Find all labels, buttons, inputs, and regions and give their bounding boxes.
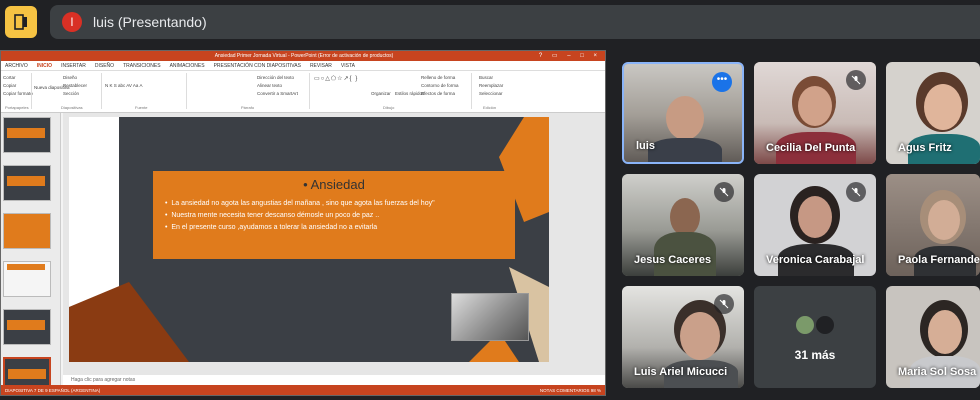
reset-button[interactable]: Restablecer: [63, 83, 87, 88]
slide-title-text: Ansiedad: [310, 177, 365, 192]
copy-format-button[interactable]: Copiar formato: [3, 91, 33, 96]
select-button[interactable]: Seleccionar: [479, 91, 503, 96]
tab-animaciones[interactable]: ANIMACIONES: [170, 61, 205, 70]
stressed-person-image[interactable]: [451, 293, 529, 341]
group-label: Portapapeles: [5, 105, 29, 110]
cut-button[interactable]: Cortar: [3, 75, 16, 80]
top-bar: l luis (Presentando): [0, 0, 980, 44]
copy-button[interactable]: Copiar: [3, 83, 16, 88]
section-button[interactable]: Sección: [63, 91, 79, 96]
bullet-item: • En el presente curso ,ayudamos a toler…: [165, 224, 378, 231]
status-right-text[interactable]: NOTAS COMENTARIOS 98 %: [540, 385, 601, 395]
mic-off-icon: [714, 182, 734, 202]
tab-transiciones[interactable]: TRANSICIONES: [123, 61, 161, 70]
tab-presentacion[interactable]: PRESENTACIÓN CON DIAPOSITIVAS: [214, 61, 301, 70]
mic-off-icon: [714, 294, 734, 314]
participant-tile-luis-ariel[interactable]: Luis Ariel Micucci: [622, 286, 744, 388]
slide-thumbnails-pane: [1, 113, 61, 393]
ribbon-divider: [101, 73, 102, 109]
participant-tile-cecilia[interactable]: Cecilia Del Punta: [754, 62, 876, 164]
shape-outline-button[interactable]: Contorno de forma: [421, 83, 459, 88]
status-left-text: DIAPOSITIVA 7 DE 9 ESPAÑOL (ARGENTINA): [5, 388, 101, 393]
powerpoint-title-bar: Ansiedad Primer Jornada Virtual - PowerP…: [1, 51, 605, 61]
font-format-buttons[interactable]: N K S abc AV Aa A: [105, 83, 142, 88]
ribbon: Cortar Copiar Copiar formato Nueva diapo…: [1, 71, 605, 113]
status-bar: DIAPOSITIVA 7 DE 9 ESPAÑOL (ARGENTINA) N…: [1, 385, 605, 395]
slide-thumbnail[interactable]: [3, 165, 51, 201]
ribbon-divider: [31, 73, 32, 109]
group-label: Fuente: [135, 105, 148, 110]
presenter-avatar: l: [62, 12, 82, 32]
bullet-text: La ansiedad no agota las angustias del m…: [171, 200, 435, 207]
participant-tile-jesus[interactable]: Jesus Caceres: [622, 174, 744, 276]
presentation-banner: l luis (Presentando): [50, 5, 980, 39]
participant-tile-luis[interactable]: ••• luis: [622, 62, 744, 164]
more-participants-tile[interactable]: 31 más: [754, 286, 876, 388]
mic-off-icon: [846, 182, 866, 202]
participant-avatar: [794, 314, 816, 336]
participant-tile-paola[interactable]: Paola Fernande: [886, 174, 980, 276]
bullet-text: En el presente curso ,ayudamos a tolerar…: [171, 224, 378, 231]
slide-thumbnail[interactable]: [3, 117, 51, 153]
notes-pane[interactable]: Haga clic para agregar notas: [63, 375, 605, 385]
shared-screen: Ansiedad Primer Jornada Virtual - PowerP…: [0, 50, 606, 396]
mic-off-icon: [846, 70, 866, 90]
tab-inicio[interactable]: INICIO: [37, 61, 52, 70]
replace-button[interactable]: Reemplazar: [479, 83, 503, 88]
ribbon-divider: [186, 73, 187, 109]
group-label: Edición: [483, 105, 497, 110]
shape-fill-button[interactable]: Relleno de forma: [421, 75, 455, 80]
participant-name: luis: [636, 140, 655, 152]
bullet-item: • Nuestra mente necesita tener descanso …: [165, 212, 380, 219]
tab-diseno[interactable]: DISEÑO: [95, 61, 114, 70]
content-box[interactable]: • Ansiedad • La ansiedad no agota las an…: [153, 171, 515, 259]
participant-tile-veronica[interactable]: Veronica Carabajal: [754, 174, 876, 276]
slide-canvas[interactable]: • Ansiedad • La ansiedad no agota las an…: [69, 117, 549, 362]
participant-avatar: [814, 314, 836, 336]
group-label: Dibujo: [383, 105, 395, 110]
slide-title: • Ansiedad: [303, 177, 365, 192]
more-options-icon[interactable]: •••: [712, 72, 732, 92]
participant-name: Paola Fernande: [898, 254, 980, 266]
participant-name: Agus Fritz: [898, 142, 952, 154]
slide-editor: • Ansiedad • La ansiedad no agota las an…: [63, 113, 605, 375]
slide-thumbnail[interactable]: [3, 261, 51, 297]
participant-tile-agus[interactable]: Agus Fritz: [886, 62, 980, 164]
participant-name: Jesus Caceres: [634, 254, 712, 266]
participant-name: Maria Sol Sosa: [898, 366, 977, 378]
quick-styles-button[interactable]: Estilos rápidos: [395, 91, 424, 96]
more-participants-count: 31 más: [794, 348, 836, 362]
ribbon-divider: [309, 73, 310, 109]
participant-name: Cecilia Del Punta: [766, 142, 856, 154]
bullet-text: Nuestra mente necesita tener descanso dé…: [171, 212, 380, 219]
participant-name: Veronica Carabajal: [766, 254, 865, 266]
layout-button[interactable]: Diseño: [63, 75, 77, 80]
participant-tile-maria[interactable]: Maria Sol Sosa: [886, 286, 980, 388]
slide-thumbnail[interactable]: [3, 309, 51, 345]
shapes-gallery[interactable]: ▭○△⬠☆↗{ }: [314, 75, 358, 82]
presentation-title: luis (Presentando): [93, 14, 207, 30]
bullet-item: • La ansiedad no agota las angustias del…: [165, 200, 435, 207]
align-text-button[interactable]: Alinear texto: [257, 83, 282, 88]
slide-thumbnail[interactable]: [3, 213, 51, 249]
tab-archivo[interactable]: ARCHIVO: [5, 61, 28, 70]
participant-name: Luis Ariel Micucci: [634, 366, 728, 378]
ribbon-divider: [471, 73, 472, 109]
smartart-button[interactable]: Convertir a SmartArt: [257, 91, 298, 96]
group-label: Párrafo: [241, 105, 255, 110]
ribbon-tabs: ARCHIVO INICIO INSERTAR DISEÑO TRANSICIO…: [1, 61, 605, 71]
arrange-button[interactable]: Organizar: [371, 91, 391, 96]
tab-insertar[interactable]: INSERTAR: [61, 61, 86, 70]
shape-effects-button[interactable]: Efectos de forma: [421, 91, 455, 96]
tab-revisar[interactable]: REVISAR: [310, 61, 332, 70]
window-controls[interactable]: ? ▭ – □ ×: [539, 52, 601, 59]
app-logo-icon[interactable]: [5, 6, 37, 38]
find-button[interactable]: Buscar: [479, 75, 493, 80]
tab-vista[interactable]: VISTA: [341, 61, 355, 70]
group-label: Diapositivas: [61, 105, 83, 110]
text-direction-button[interactable]: Dirección del texto: [257, 75, 294, 80]
